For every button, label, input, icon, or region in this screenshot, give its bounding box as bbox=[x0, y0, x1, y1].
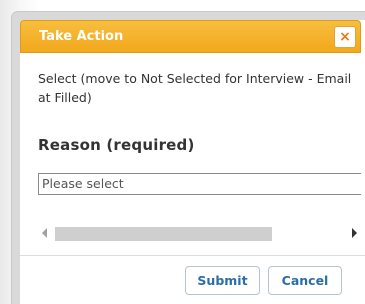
dialog-title: Take Action bbox=[39, 29, 124, 44]
take-action-dialog: Take Action × Select (move to Not Select… bbox=[12, 12, 365, 304]
submit-button[interactable]: Submit bbox=[185, 266, 260, 295]
scroll-right-arrow-icon[interactable] bbox=[352, 228, 357, 238]
reason-label: Reason (required) bbox=[38, 136, 195, 154]
reason-select-value: Please select bbox=[42, 176, 124, 191]
reason-select[interactable]: Please select bbox=[38, 173, 361, 195]
dialog-body bbox=[20, 20, 365, 304]
action-instruction: Select (move to Not Selected for Intervi… bbox=[38, 71, 352, 105]
footer-divider bbox=[20, 255, 365, 256]
scrollbar-thumb[interactable] bbox=[55, 227, 272, 241]
horizontal-scrollbar[interactable] bbox=[38, 224, 361, 244]
scroll-left-arrow-icon[interactable] bbox=[42, 228, 47, 238]
dialog-titlebar: Take Action × bbox=[20, 20, 361, 53]
close-icon: × bbox=[339, 29, 351, 45]
close-button[interactable]: × bbox=[334, 26, 356, 48]
cancel-button[interactable]: Cancel bbox=[268, 266, 342, 295]
